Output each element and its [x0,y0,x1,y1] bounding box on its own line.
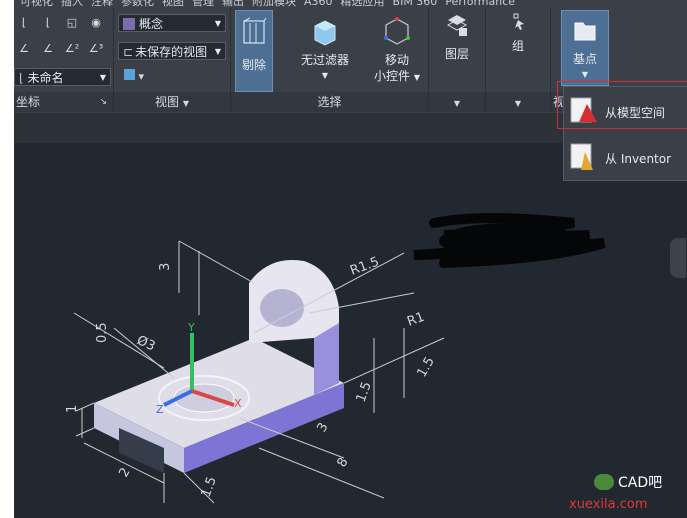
dim-label: 1.5 [199,475,220,500]
tab-manage[interactable]: 管理 [192,0,214,8]
dim-label: 1.5 [414,355,437,380]
ucs-face-icon[interactable]: ◱ [62,14,82,32]
selection-title-label: 选择 [317,95,342,109]
coordinates-panel: ⌊ ⌊ ◱ ◉ ∠ ∠ ∠² ∠³ ⌊ 未命名 ▼ 坐标 ↘ [14,8,114,112]
dim-label: 1.5 [354,380,375,405]
coordinates-title-label: 坐标 [16,95,41,109]
ucs-previous-icon[interactable]: ⌊ [38,14,58,32]
view-panel-title[interactable]: 视图 ▼ [114,92,230,112]
watermark-brand-text: CAD吧 [618,475,663,491]
wechat-icon [594,474,614,490]
ucs-dropdown[interactable]: ⌊ 未命名 ▼ [14,68,111,86]
tab-insert[interactable]: 插入 [61,0,83,8]
no-filter-button[interactable]: 无过滤器 ▼ [291,10,359,84]
ucs-x-icon[interactable]: ∠ [14,40,34,58]
tab-bim360[interactable]: BIM 360 [393,0,438,8]
visual-style-icon [123,18,135,30]
named-view-dropdown[interactable]: ⊏ 未保存的视图 ▼ [118,42,226,60]
chevron-down-icon: ▼ [182,99,189,108]
view-title-label: 视图 [155,95,180,109]
selection-panel-title: 选择 [231,92,428,112]
gizmo-icon [384,17,410,45]
tab-view[interactable]: 视图 [162,0,184,8]
ucs-y-icon[interactable]: ∠ [38,40,58,58]
named-view-value: 未保存的视图 [135,45,208,59]
chevron-down-icon: ▼ [453,99,461,108]
ucs-world-icon[interactable]: ⌊ [14,14,34,32]
svg-text:X: X [234,397,242,410]
dim-label: R1 [405,310,426,330]
filter-cube-icon [314,20,336,46]
tab-addins[interactable]: 附加模块 [252,0,296,8]
viewcube-icon[interactable]: ▾ [120,68,148,86]
dim-label: 3 [158,263,173,271]
coordinates-panel-title[interactable]: 坐标 ↘ [14,92,113,112]
highlight-box [557,81,687,129]
visual-style-dropdown[interactable]: 概念 ▼ [118,14,226,32]
move-gizmo-button[interactable]: 移动 小控件 ▼ [367,10,427,86]
svg-text:Y: Y [187,321,195,334]
tab-featured-apps[interactable]: 精选应用 [341,0,385,8]
layers-panel: 图层 ▼ [429,8,486,112]
gizmo-label-line1: 移动 [384,53,409,67]
inventor-icon [570,143,593,170]
culling-button[interactable]: 剔除 [235,10,273,92]
selection-panel: 剔除 无过滤器 ▼ 移动 小控件 ▼ 选择 [231,8,429,112]
groups-panel-expander[interactable]: ▼ [486,92,550,112]
chevron-down-icon: ▼ [214,47,221,56]
tab-parametric[interactable]: 参数化 [121,0,154,8]
base-view-button[interactable]: 基点 ▼ [561,10,609,86]
layers-panel-expander[interactable]: ▼ [429,92,485,112]
group-button[interactable]: 组 [494,12,542,54]
tab-visualize[interactable]: 可视化 [20,0,53,8]
ucs-3point-icon[interactable]: ∠³ [86,40,106,58]
menu-item-from-inventor[interactable]: 从 Inventor [567,139,686,177]
redaction-scribble [413,213,606,268]
ucs-view-icon[interactable]: ◉ [86,14,106,32]
view-panel: 概念 ▼ ⊏ 未保存的视图 ▼ ▾ 视图 ▼ [114,8,231,112]
drawing-canvas: Y X Z 3 R1.5 R1 0.5 Ø3 1.5 1.5 3 8 1 2 1… [65,213,606,504]
layers-button[interactable]: 图层 [433,12,481,62]
autocad-window: 可视化 插入 注释 参数化 视图 管理 输出 附加模块 A360 精选应用 BIM 360 Perfo… [14,0,687,518]
no-filter-label: 无过滤器 [300,53,349,67]
model-viewport: Y X Z 3 R1.5 R1 0.5 Ø3 1.5 1.5 3 8 1 2 1… [14,143,687,518]
tab-a360[interactable]: A360 [304,0,333,8]
dim-label: Ø3 [134,333,157,354]
chevron-down-icon: ▼ [321,71,329,80]
dim-label: R1.5 [348,254,381,278]
groups-panel: 组 ▼ [486,8,551,112]
navigation-bar[interactable] [670,238,686,278]
dialog-launcher-icon[interactable]: ↘ [99,92,107,112]
group-label: 组 [511,39,524,53]
watermark-brand: CAD吧 [594,472,662,492]
culling-label: 剔除 [241,58,266,72]
ucs-dropdown-value: 未命名 [27,71,64,85]
group-icon [513,13,524,30]
menu-item-label: 从 Inventor [605,152,672,166]
dim-label: 0.5 [95,322,110,343]
ucs-z-icon[interactable]: ∠² [62,40,82,58]
gizmo-label-line2: 小控件 ▼ [374,69,420,83]
tab-annotate[interactable]: 注释 [91,0,113,8]
chevron-down-icon: ▼ [514,99,522,108]
dim-label: 2 [116,465,133,480]
visual-style-value: 概念 [139,17,164,31]
base-view-icon [574,22,596,41]
svg-text:Z: Z [156,403,164,416]
dim-label: 1 [65,405,80,413]
dim-label: 3 [314,420,331,435]
cull-cube-icon [243,17,267,44]
chevron-down-icon: ▼ [214,19,221,28]
tab-output[interactable]: 输出 [222,0,244,8]
view-icon: ⊏ [123,45,134,59]
layers-icon [446,15,468,36]
base-view-label: 基点 [572,52,597,66]
bracket-part [94,259,344,473]
chevron-down-icon: ▼ [99,73,106,82]
watermark-site: xuexila.com [569,497,648,512]
layers-label: 图层 [444,47,469,61]
tab-performance[interactable]: Performance [445,0,515,8]
